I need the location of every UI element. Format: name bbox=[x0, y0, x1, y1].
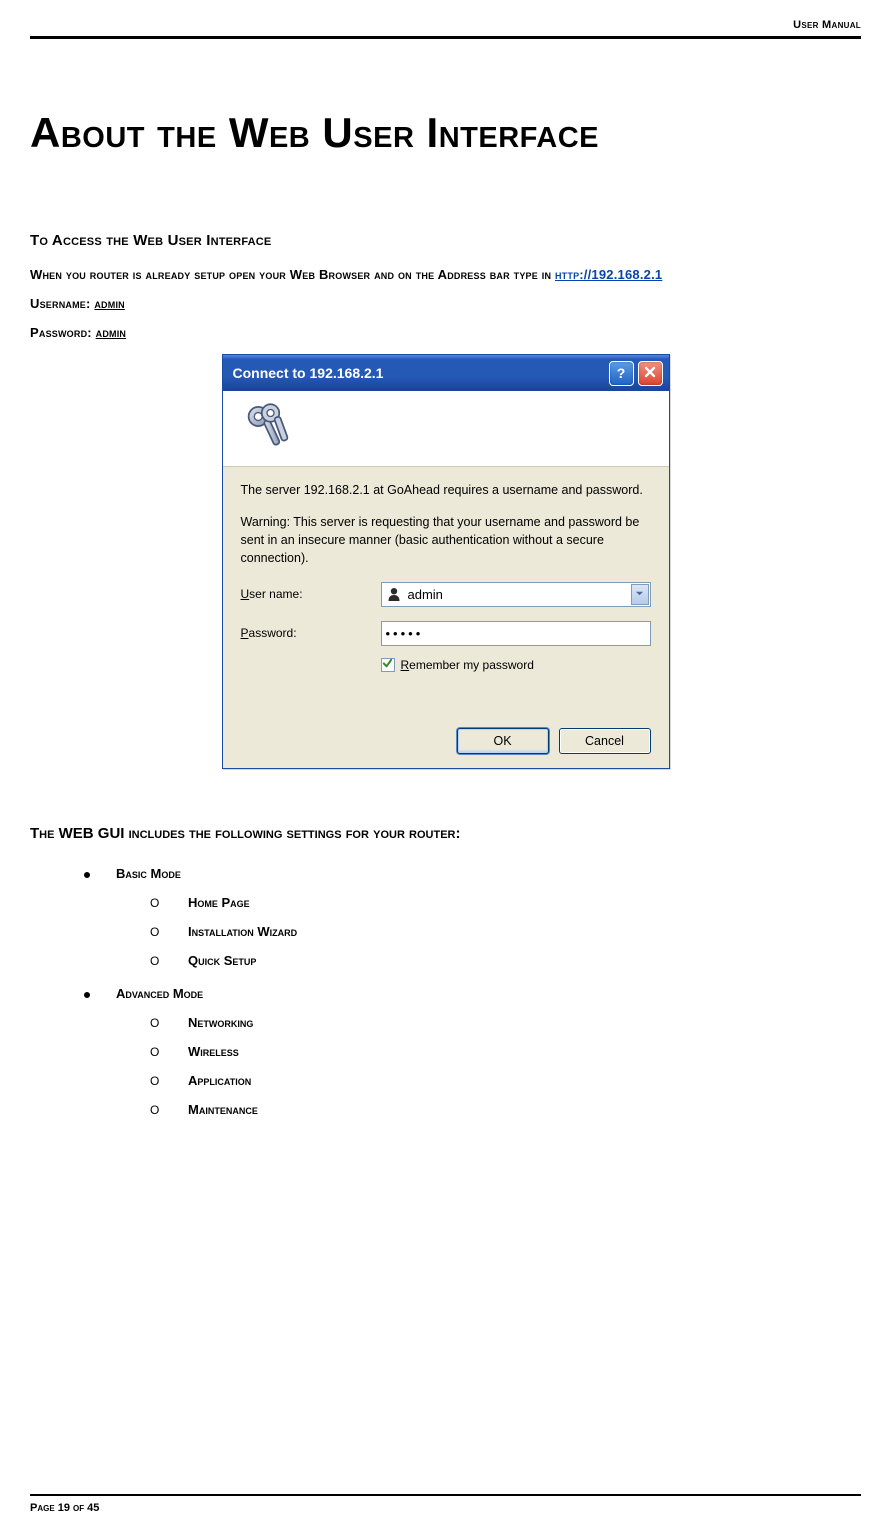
cancel-button[interactable]: Cancel bbox=[559, 728, 651, 754]
section-access-heading: To Access the Web User Interface bbox=[30, 232, 861, 249]
close-icon bbox=[644, 365, 656, 381]
sub-item-label: Networking bbox=[188, 1015, 253, 1030]
sub-bullet: O bbox=[150, 1103, 162, 1117]
close-button[interactable] bbox=[638, 361, 663, 386]
password-input[interactable]: ••••• bbox=[381, 621, 651, 646]
warning-message: Warning: This server is requesting that … bbox=[241, 513, 651, 567]
help-button[interactable]: ? bbox=[609, 361, 634, 386]
keys-icon bbox=[239, 399, 295, 458]
dropdown-arrow[interactable] bbox=[631, 584, 649, 605]
password-label: Password: bbox=[30, 325, 96, 340]
user-icon bbox=[386, 586, 402, 602]
bullet-icon bbox=[84, 992, 90, 998]
sub-bullet: O bbox=[150, 1016, 162, 1030]
mode-label: Basic Mode bbox=[116, 866, 181, 881]
ok-button[interactable]: OK bbox=[457, 728, 549, 754]
username-label: Username: bbox=[30, 296, 94, 311]
page-title: About the Web User Interface bbox=[30, 109, 861, 157]
check-icon bbox=[382, 658, 393, 672]
sub-bullet: O bbox=[150, 925, 162, 939]
password-line: Password: admin bbox=[30, 325, 861, 340]
sub-item-label: Maintenance bbox=[188, 1102, 258, 1117]
username-field-label: User name: bbox=[241, 587, 381, 601]
password-dots: ••••• bbox=[386, 626, 424, 641]
sub-item-label: Home Page bbox=[188, 895, 250, 910]
intro-text: When you router is already setup open yo… bbox=[30, 267, 861, 282]
sub-bullet: O bbox=[150, 954, 162, 968]
section-gui-heading: The WEB GUI includes the following setti… bbox=[30, 825, 861, 842]
sub-item-label: Installation Wizard bbox=[188, 924, 297, 939]
username-value-field: admin bbox=[408, 587, 646, 602]
sub-item-label: Quick Setup bbox=[188, 953, 256, 968]
mode-label: Advanced Mode bbox=[116, 986, 203, 1001]
intro-prefix: When you router is already setup open yo… bbox=[30, 267, 555, 282]
sub-bullet: O bbox=[150, 1074, 162, 1088]
username-value: admin bbox=[94, 296, 125, 311]
page-number: Page 19 of 45 bbox=[30, 1502, 861, 1514]
sub-item-label: Application bbox=[188, 1073, 251, 1088]
keys-header-area bbox=[223, 391, 669, 467]
dialog-title: Connect to 192.168.2.1 bbox=[233, 365, 384, 381]
sub-bullet: O bbox=[150, 896, 162, 910]
remember-checkbox[interactable] bbox=[381, 658, 395, 672]
sub-item-label: Wireless bbox=[188, 1044, 239, 1059]
password-value: admin bbox=[96, 325, 127, 340]
dialog-titlebar: Connect to 192.168.2.1 ? bbox=[223, 355, 669, 391]
auth-dialog: Connect to 192.168.2.1 ? bbox=[222, 354, 670, 769]
remember-label: Remember my password bbox=[401, 658, 534, 672]
bullet-icon bbox=[84, 872, 90, 878]
password-field-label: Password: bbox=[241, 626, 381, 640]
username-line: Username: admin bbox=[30, 296, 861, 311]
username-combobox[interactable]: admin bbox=[381, 582, 651, 607]
sub-bullet: O bbox=[150, 1045, 162, 1059]
header-label: User Manual bbox=[793, 19, 861, 31]
chevron-down-icon bbox=[635, 587, 644, 601]
server-message: The server 192.168.2.1 at GoAhead requir… bbox=[241, 481, 651, 499]
router-url-link[interactable]: http://192.168.2.1 bbox=[555, 267, 662, 282]
